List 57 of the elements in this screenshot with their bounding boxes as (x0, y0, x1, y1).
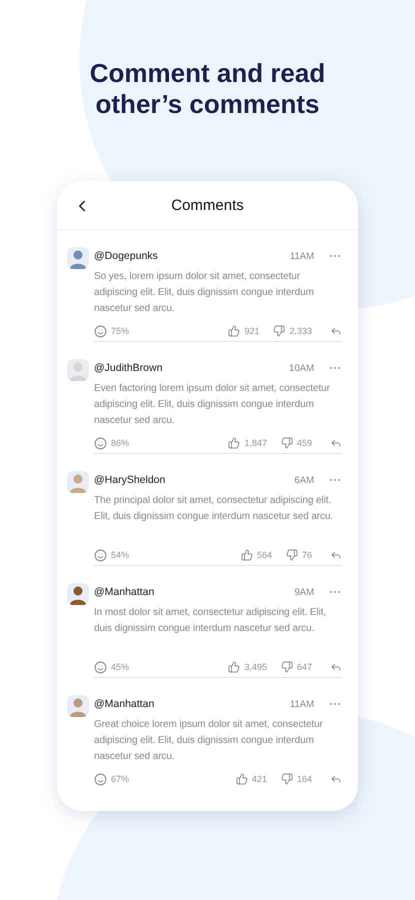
thumbs-up-icon[interactable] (240, 549, 253, 561)
thumbs-down-icon[interactable] (273, 325, 286, 337)
dislike-count: 459 (296, 438, 312, 448)
reply-icon[interactable] (330, 661, 342, 673)
thumbs-up-icon[interactable] (236, 773, 248, 785)
avatar (67, 695, 89, 717)
score: 86% (111, 438, 130, 448)
comment-time: 9AM (294, 586, 314, 598)
avatar (67, 471, 89, 493)
like-count: 3,495 (244, 662, 267, 672)
dislike-count: 164 (296, 774, 312, 784)
score: 54% (111, 550, 130, 560)
comment-time: 11AM (290, 250, 314, 262)
screen-title: Comments (171, 196, 244, 214)
smile-icon[interactable] (94, 548, 107, 562)
like-count: 421 (252, 774, 267, 784)
like-count: 564 (256, 550, 272, 560)
comment-text: Great choice lorem ipsum dolor sit amet, consectetur adipiscing elit. Elit, duis dignissim congue interdum nascetur sed arcu. (94, 718, 324, 764)
smile-icon[interactable] (94, 436, 107, 450)
comment-text: The principal dolor sit amet, consectetur adipiscing elit. Elit, duis dignissim congue interdum nascetur sed arcu. (94, 494, 334, 524)
smile-icon[interactable] (94, 660, 107, 674)
reply-icon[interactable] (330, 325, 342, 337)
comment-text: So yes, lorem ipsum dolor sit amet, consectetur adipiscing elit. Elit, duis dignissim congue interdum nascetur sed arcu. (94, 270, 315, 316)
reply-icon[interactable] (330, 549, 342, 561)
thumbs-up-icon[interactable] (228, 661, 240, 673)
comment-time: 11AM (290, 698, 314, 710)
thumbs-up-icon[interactable] (228, 437, 240, 449)
username[interactable]: @JudithBrown (94, 362, 290, 374)
username[interactable]: @HarySheldon (94, 474, 294, 486)
thumbs-down-icon[interactable] (280, 661, 293, 673)
score: 67% (111, 774, 130, 784)
reply-icon[interactable] (330, 773, 342, 785)
comment-time: 10AM (289, 362, 314, 374)
reply-icon[interactable] (330, 437, 342, 449)
avatar (67, 359, 89, 381)
username[interactable]: @Dogepunks (94, 250, 290, 262)
avatar (67, 583, 89, 605)
username[interactable]: @Manhattan (94, 586, 294, 598)
thumbs-down-icon[interactable] (286, 549, 298, 561)
score: 45% (111, 662, 130, 672)
username[interactable]: @Manhattan (94, 698, 290, 710)
comment-text: In most dolor sit amet, consectetur adipiscing elit. Elit, duis dignissim congue interdum nascetur sed arcu. (94, 606, 328, 636)
thumbs-down-icon[interactable] (280, 773, 293, 785)
avatar (67, 247, 89, 269)
dislike-count: 647 (296, 662, 312, 672)
comment-text: Even factoring lorem ipsum dolor sit amet, consectetur adipiscing elit. Elit, duis dignissim congue interdum nascetur sed arcu. (94, 382, 331, 428)
thumbs-up-icon[interactable] (228, 325, 240, 337)
dislike-count: 76 (302, 550, 312, 560)
like-count: 921 (244, 326, 260, 336)
dislike-count: 2,333 (289, 326, 312, 336)
headline: Comment and read other’s comments (88, 58, 326, 120)
thumbs-down-icon[interactable] (280, 437, 293, 449)
score: 75% (111, 326, 130, 336)
comment-time: 6AM (294, 474, 314, 486)
smile-icon[interactable] (94, 324, 107, 338)
smile-icon[interactable] (94, 772, 107, 786)
like-count: 1,847 (244, 438, 267, 448)
